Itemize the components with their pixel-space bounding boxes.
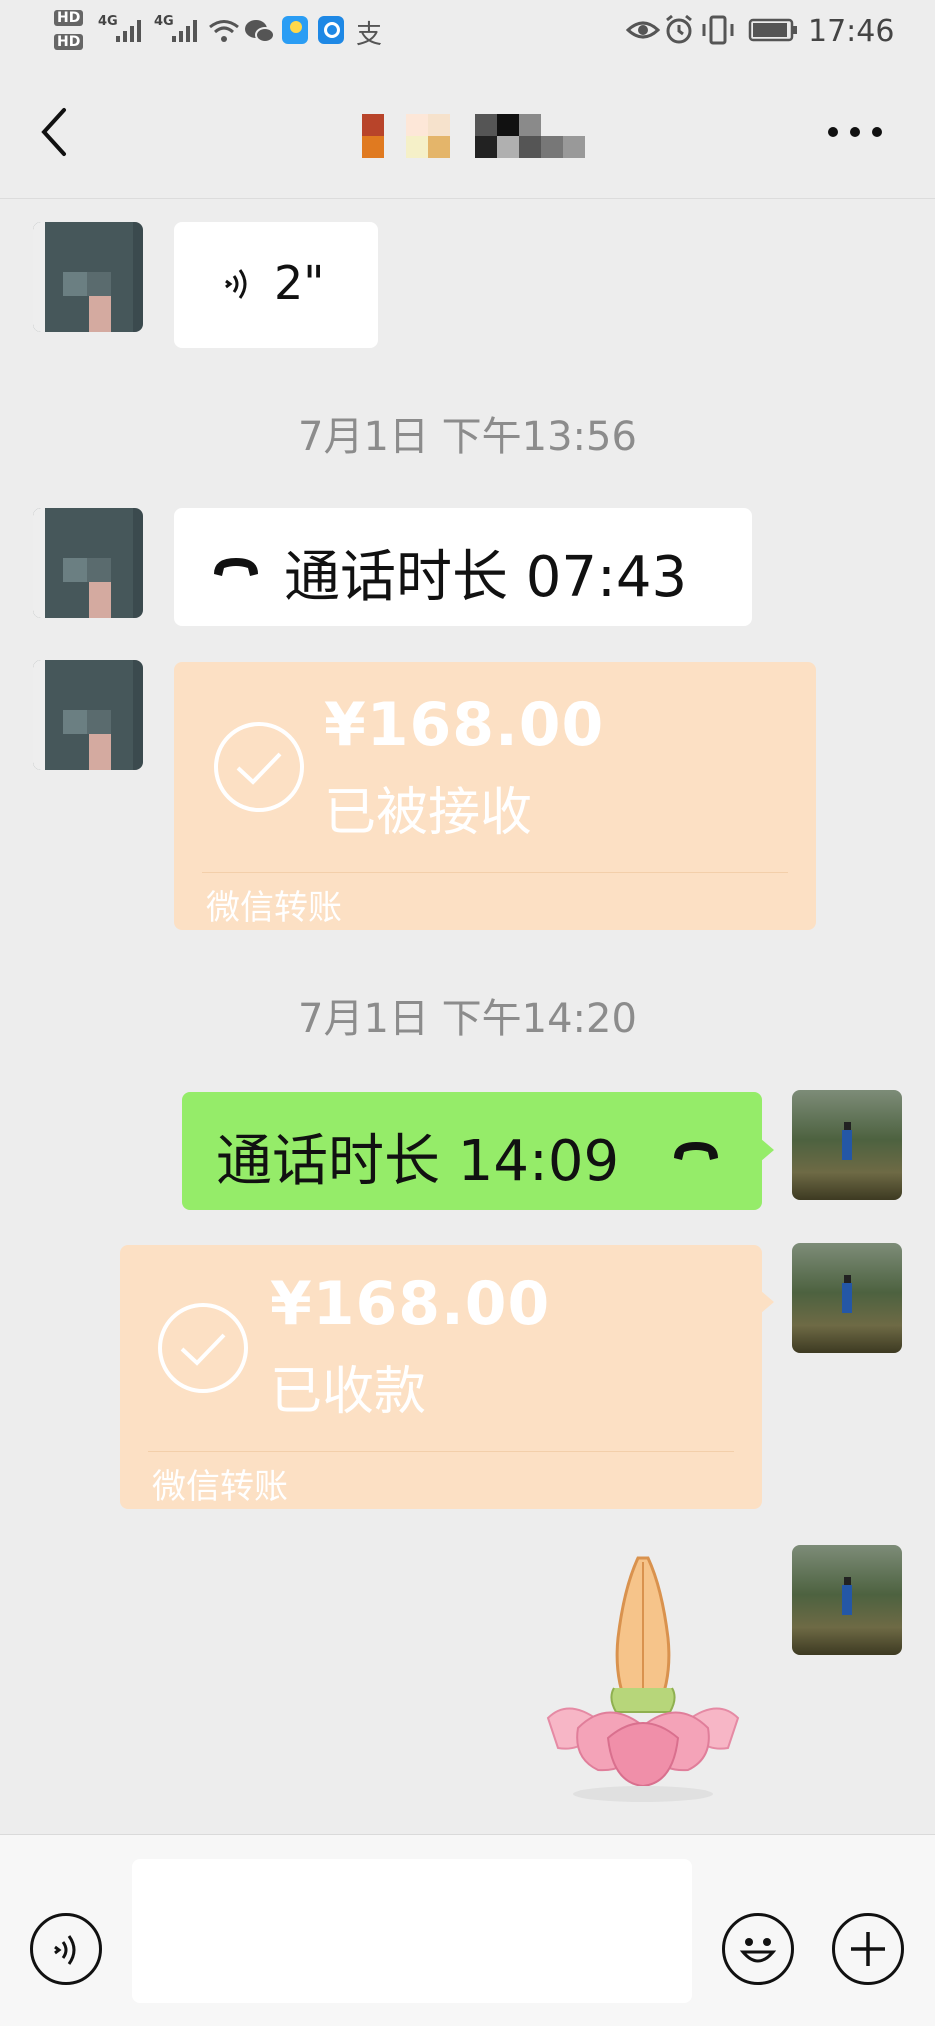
emoji-icon: [739, 1938, 777, 1963]
voice-input-button[interactable]: [30, 1913, 102, 1985]
back-arrow-icon[interactable]: [36, 104, 76, 160]
bubble-tail: [760, 1290, 774, 1314]
alarm-icon: [666, 14, 692, 44]
search-app-icon: [318, 16, 344, 44]
eye-icon: [626, 21, 660, 39]
transfer-card-received[interactable]: ¥168.00 已被接收 微信转账: [174, 662, 816, 930]
voice-wave-icon: [225, 269, 247, 299]
signal-icon: [116, 20, 141, 42]
status-bar: HD HD 4G 4G 支 17:46: [0, 0, 935, 66]
contact-avatar[interactable]: [33, 660, 143, 770]
more-functions-button[interactable]: [832, 1913, 904, 1985]
emoji-button[interactable]: [722, 1913, 794, 1985]
plus-icon: [851, 1932, 885, 1966]
wifi-icon: [209, 20, 239, 42]
transfer-label: 微信转账: [206, 888, 342, 928]
signal-icon: [172, 20, 197, 42]
chat-header: [0, 66, 935, 199]
call-duration-bubble-outgoing[interactable]: 通话时长 14:09: [182, 1092, 762, 1210]
self-avatar[interactable]: [792, 1090, 902, 1200]
hd-badges: HD HD: [54, 10, 84, 50]
status-time: 17:46: [808, 14, 895, 49]
battery-icon: [748, 18, 797, 42]
call-duration-text: 通话时长 14:09: [216, 1129, 620, 1194]
censored-contact-name: [360, 112, 590, 160]
vibrate-icon: [702, 15, 734, 45]
hd2-badge: HD: [54, 34, 84, 50]
self-avatar[interactable]: [792, 1545, 902, 1655]
transfer-status: 已收款: [270, 1362, 427, 1422]
self-avatar[interactable]: [792, 1243, 902, 1353]
transfer-amount: ¥168.00: [324, 690, 605, 760]
transfer-amount: ¥168.00: [270, 1269, 551, 1339]
call-duration-text: 通话时长 07:43: [284, 545, 688, 610]
alipay-icon: 支: [356, 20, 383, 50]
voice-message-bubble[interactable]: 2": [174, 222, 378, 348]
call-duration-bubble-incoming[interactable]: 通话时长 07:43: [174, 508, 752, 626]
voice-input-icon: [54, 1935, 76, 1965]
transfer-status: 已被接收: [324, 783, 533, 843]
wechat-icon: [245, 20, 275, 43]
message-input[interactable]: [132, 1859, 692, 2003]
voice-duration: 2": [274, 256, 325, 310]
contact-avatar[interactable]: [33, 222, 143, 332]
chat-input-bar: [0, 1834, 935, 2026]
divider: [202, 872, 788, 873]
transfer-card-accepted[interactable]: ¥168.00 已收款 微信转账: [120, 1245, 762, 1509]
weather-app-icon: [282, 16, 308, 44]
hd1-badge: HD: [54, 10, 84, 26]
bubble-tail: [760, 1138, 774, 1162]
phone-icon: [214, 558, 258, 576]
divider: [148, 1451, 734, 1452]
transfer-label: 微信转账: [152, 1467, 288, 1507]
timestamp: 7月1日 下午13:56: [298, 414, 637, 460]
timestamp: 7月1日 下午14:20: [298, 996, 637, 1042]
praying-hands-lotus-sticker[interactable]: [528, 1548, 758, 1808]
more-icon[interactable]: [825, 122, 885, 142]
check-circle-icon: [214, 722, 304, 812]
phone-icon: [674, 1142, 718, 1160]
contact-avatar[interactable]: [33, 508, 143, 618]
check-circle-icon: [158, 1303, 248, 1393]
